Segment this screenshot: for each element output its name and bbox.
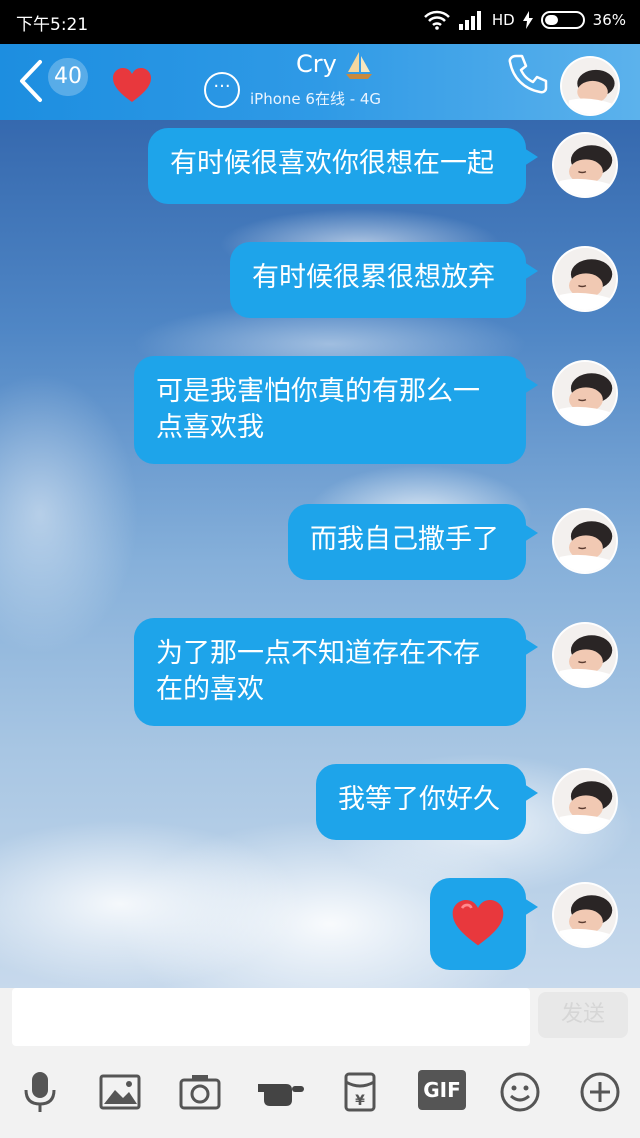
status-bar: 下午5:21 HD 36% (0, 0, 640, 44)
image-icon[interactable] (98, 1070, 142, 1114)
unread-count-badge[interactable]: 40 (48, 58, 88, 96)
send-button[interactable]: 发送 (538, 992, 628, 1038)
battery-level (544, 15, 558, 25)
message-input[interactable] (12, 988, 530, 1046)
my-avatar[interactable] (552, 360, 618, 426)
plus-icon[interactable] (578, 1070, 622, 1114)
network-type: HD (491, 11, 515, 29)
contact-name: Cry (296, 50, 337, 78)
battery-percent: 36% (592, 11, 626, 29)
charging-icon (522, 11, 533, 29)
sailboat-icon (346, 52, 372, 79)
input-toolbar: ¥ GIF (0, 1050, 640, 1138)
microphone-icon[interactable] (18, 1070, 62, 1114)
contact-avatar[interactable] (560, 56, 620, 116)
signal-icon (458, 11, 481, 30)
message-bubble[interactable]: 有时候很累很想放弃 (230, 242, 538, 318)
poke-hand-icon[interactable] (256, 1070, 306, 1114)
message-text: 我等了你好久 (338, 784, 500, 815)
red-packet-label: ¥ (355, 1093, 365, 1109)
status-time: 下午5:21 (16, 15, 89, 35)
message-bubble[interactable]: 为了那一点不知道存在不存在的喜欢 (134, 618, 538, 726)
my-avatar[interactable] (552, 622, 618, 688)
red-packet-icon[interactable]: ¥ (338, 1070, 382, 1114)
message-bubble[interactable]: 我等了你好久 (316, 764, 538, 840)
message-bubble[interactable]: 而我自己撒手了 (288, 504, 538, 580)
gif-icon[interactable]: GIF (418, 1070, 466, 1110)
phone-call-icon[interactable] (506, 52, 550, 96)
input-bar: 发送 (0, 988, 640, 1050)
my-avatar[interactable] (552, 508, 618, 574)
sleeping-face-icon (554, 510, 616, 572)
back-icon[interactable] (12, 56, 52, 106)
message-text: 而我自己撒手了 (310, 524, 499, 555)
message-text: 有时候很喜欢你很想在一起 (170, 148, 494, 179)
status-indicators: HD 36% (423, 10, 626, 30)
sleeping-face-icon (554, 884, 616, 946)
my-avatar[interactable] (552, 132, 618, 198)
sleeping-face-icon (562, 58, 618, 114)
camera-icon[interactable] (178, 1070, 222, 1114)
my-avatar[interactable] (552, 882, 618, 948)
wifi-icon (423, 10, 450, 30)
message-bubble[interactable]: 有时候很喜欢你很想在一起 (148, 128, 538, 204)
message-text: 为了那一点不知道存在不存在的喜欢 (156, 638, 480, 705)
sleeping-face-icon (554, 624, 616, 686)
contact-status: iPhone 6在线 - 4G (250, 90, 382, 108)
message-text: 有时候很累很想放弃 (252, 262, 495, 293)
message-text: 可是我害怕你真的有那么一点喜欢我 (156, 376, 480, 443)
sleeping-face-icon (554, 362, 616, 424)
emoji-icon[interactable] (498, 1070, 542, 1114)
favorite-heart-icon[interactable] (112, 68, 152, 104)
sleeping-face-icon (554, 770, 616, 832)
message-bubble[interactable]: 可是我害怕你真的有那么一点喜欢我 (134, 356, 538, 464)
heart-icon (452, 900, 504, 946)
message-bubble-heart[interactable] (430, 878, 538, 970)
my-avatar[interactable] (552, 246, 618, 312)
more-options-icon[interactable]: ··· (204, 72, 240, 108)
sleeping-face-icon (554, 134, 616, 196)
sleeping-face-icon (554, 248, 616, 310)
my-avatar[interactable] (552, 768, 618, 834)
battery-icon (540, 11, 585, 29)
